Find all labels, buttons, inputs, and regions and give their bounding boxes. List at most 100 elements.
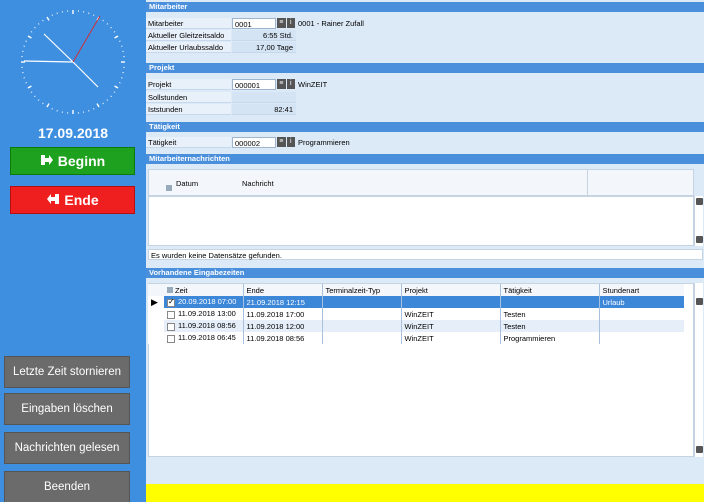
mitarbeiter-label: Mitarbeiter [146, 18, 231, 29]
clock-tick [46, 103, 50, 108]
col-terminalzeit-typ[interactable]: Terminalzeit-Typ [322, 284, 402, 296]
clock-tick [30, 91, 33, 93]
col-taetigkeit[interactable]: Tätigkeit [500, 284, 600, 296]
soll-label: Sollstunden [146, 92, 231, 103]
clock-tick [42, 102, 44, 105]
eingabezeiten-scrollbar[interactable] [694, 283, 703, 457]
clock-tick [25, 82, 28, 84]
clock-tick [37, 99, 40, 101]
taetigkeit-input[interactable]: 000002 [232, 137, 276, 148]
row-soll: Sollstunden [146, 92, 704, 103]
clock-hour-hand [43, 33, 74, 63]
ende-label: Ende [64, 192, 99, 208]
table-row[interactable]: 11.09.2018 06:45 11.09.2018 08:56 WinZEI… [148, 332, 684, 344]
table-row[interactable]: 11.09.2018 13:00 11.09.2018 17:00 WinZEI… [148, 308, 684, 320]
nachrichten-scrollbar[interactable] [694, 196, 703, 246]
clock-tick [114, 35, 119, 39]
list-icon[interactable]: ≡ [277, 79, 286, 89]
list-icon[interactable]: ≡ [277, 18, 286, 28]
col-projekt[interactable]: Projekt [401, 284, 501, 296]
cell-ende: 21.09.2018 12:15 [243, 296, 323, 308]
clock-tick [106, 23, 109, 25]
row-gleitzeit: Aktueller Gleitzeitsaldo 6:55 Std. [146, 30, 704, 41]
login-icon [40, 153, 54, 169]
column-chooser-icon[interactable] [166, 185, 172, 191]
scroll-down-icon[interactable] [696, 236, 703, 243]
projekt-name: WinZEIT [298, 80, 328, 89]
cell-zeit: 20.09.2018 07:00 [178, 297, 237, 307]
clock-tick [27, 35, 32, 39]
cell-stundenart [599, 320, 684, 332]
col-ende[interactable]: Ende [243, 284, 323, 296]
storno-button[interactable]: Letzte Zeit stornieren [4, 356, 130, 388]
clock-tick [42, 19, 44, 22]
col-zeit-label: Zeit [175, 285, 188, 295]
taetigkeit-label: Tätigkeit [146, 137, 231, 148]
taetigkeit-lookup[interactable]: ≡ i [277, 137, 295, 147]
cell-taetigkeit: Testen [500, 308, 600, 320]
clock-tick [37, 23, 40, 25]
cell-taetigkeit [500, 296, 600, 308]
clock-tick [51, 107, 53, 110]
scroll-up-icon[interactable] [696, 298, 703, 305]
col-nachricht[interactable]: Nachricht [242, 179, 274, 188]
column-chooser-icon[interactable] [167, 286, 173, 293]
info-icon[interactable]: i [286, 18, 295, 28]
beginn-label: Beginn [57, 153, 106, 169]
ist-value: 82:41 [232, 104, 296, 115]
info-icon[interactable]: i [286, 79, 295, 89]
clock-tick [30, 31, 33, 33]
logout-icon [46, 192, 60, 208]
list-icon[interactable]: ≡ [277, 137, 286, 147]
ist-label: Iststunden [146, 104, 231, 115]
cell-taetigkeit: Testen [500, 320, 600, 332]
projekt-lookup[interactable]: ≡ i [277, 79, 295, 89]
clock-tick [51, 14, 53, 17]
col-datum[interactable]: Datum [176, 179, 198, 188]
clock-tick [102, 19, 104, 22]
col-stundenart[interactable]: Stundenart [599, 284, 684, 296]
table-row[interactable]: ▶ 20.09.2018 07:00 21.09.2018 12:15 Urla… [148, 296, 684, 308]
section-mitarbeiter: Mitarbeiter [146, 2, 704, 12]
scroll-down-icon[interactable] [696, 446, 703, 453]
row-checkbox[interactable] [167, 322, 175, 331]
col-zeit[interactable]: Zeit [164, 284, 244, 296]
row-checkbox[interactable] [167, 310, 175, 319]
scroll-up-icon[interactable] [696, 198, 703, 205]
main-panel: Mitarbeiter Mitarbeiter 0001 ≡ i 0001 - R… [146, 0, 704, 502]
row-taetigkeit: Tätigkeit 000002 ≡ i Programmieren [146, 137, 704, 148]
row-indicator [148, 332, 164, 344]
row-checkbox[interactable] [167, 297, 175, 307]
info-icon[interactable]: i [286, 137, 295, 147]
beenden-button[interactable]: Beenden [4, 471, 130, 502]
table-row[interactable]: 11.09.2018 08:56 11.09.2018 12:00 WinZEI… [148, 320, 684, 332]
row-urlaub: Aktueller Urlaubssaldo 17,00 Tage [146, 42, 704, 53]
mitarbeiter-input[interactable]: 0001 [232, 18, 276, 29]
projekt-label: Projekt [146, 79, 231, 90]
taetigkeit-name: Programmieren [298, 138, 350, 147]
nachrichten-gelesen-button[interactable]: Nachrichten gelesen [4, 432, 130, 464]
ende-button[interactable]: Ende [10, 186, 135, 214]
cell-zeit: 11.09.2018 13:00 [178, 309, 236, 319]
left-panel: 17.09.2018 Beginn Ende Letzte Zeit storn… [0, 0, 146, 502]
cell-stundenart: Urlaub [599, 296, 684, 308]
cell-projekt [401, 296, 501, 308]
projekt-input[interactable]: 000001 [232, 79, 276, 90]
row-projekt: Projekt 000001 ≡ i WinZEIT [146, 79, 704, 90]
clock-tick [114, 85, 119, 89]
gleitzeit-value: 6:55 Std. [232, 30, 296, 41]
cell-taetigkeit: Programmieren [500, 332, 600, 344]
mitarbeiter-lookup[interactable]: ≡ i [277, 18, 295, 28]
clock-tick [113, 91, 116, 93]
eingaben-loeschen-button[interactable]: Eingaben löschen [4, 393, 130, 425]
beginn-button[interactable]: Beginn [10, 147, 135, 175]
cell-zeit: 11.09.2018 06:45 [178, 333, 236, 343]
cell-ende: 11.09.2018 12:00 [243, 320, 323, 332]
row-indicator [148, 320, 164, 332]
row-checkbox[interactable] [167, 334, 175, 343]
cell-typ [322, 320, 402, 332]
analog-clock [21, 10, 125, 114]
gleitzeit-label: Aktueller Gleitzeitsaldo [146, 30, 231, 41]
cell-ende: 11.09.2018 17:00 [243, 308, 323, 320]
clock-tick [96, 103, 100, 108]
